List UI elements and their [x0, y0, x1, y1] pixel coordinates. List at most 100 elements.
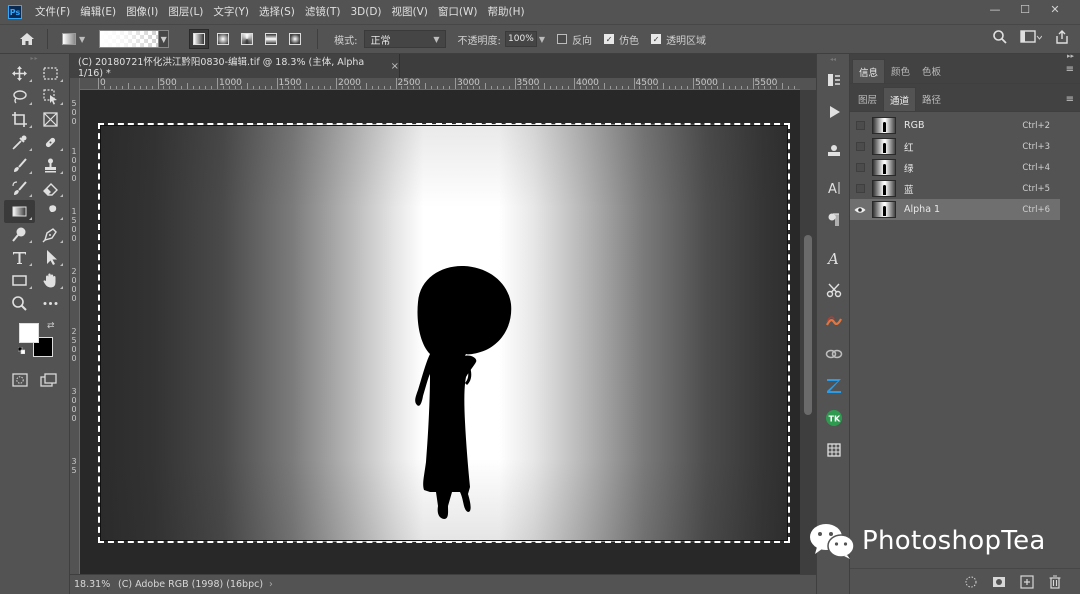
menu-type[interactable]: 文字(Y) [208, 0, 254, 24]
close-window-button[interactable]: ✕ [1040, 0, 1070, 18]
panel-menu-icon[interactable]: ≡ [1066, 64, 1074, 75]
dither-option[interactable]: ✓ 仿色 [604, 32, 639, 47]
zoom-tool-icon[interactable] [4, 292, 35, 315]
vertical-scroll-thumb[interactable] [804, 235, 812, 415]
menu-file[interactable]: 文件(F) [30, 0, 75, 24]
tab-swatches[interactable]: 色板 [916, 59, 947, 83]
visibility-toggle[interactable] [850, 184, 870, 193]
close-tab-icon[interactable]: × [391, 61, 399, 72]
object-selection-tool-icon[interactable] [35, 85, 66, 108]
eraser-tool-icon[interactable] [35, 177, 66, 200]
transparency-checkbox[interactable]: ✓ [651, 34, 662, 44]
screen-mode-icon[interactable] [40, 373, 58, 390]
chevron-down-icon[interactable]: ▼ [539, 35, 545, 44]
reverse-option[interactable]: 反向 [557, 32, 592, 47]
z-plugin-icon[interactable] [817, 370, 851, 402]
grid-plugin-icon[interactable] [817, 434, 851, 466]
pen-tool-icon[interactable] [35, 223, 66, 246]
maximize-button[interactable]: ☐ [1010, 0, 1040, 18]
reverse-checkbox[interactable] [557, 34, 568, 44]
tab-info[interactable]: 信息 [852, 59, 886, 83]
vertical-scrollbar[interactable] [800, 90, 816, 574]
transparency-option[interactable]: ✓ 透明区域 [651, 32, 706, 47]
horizontal-ruler[interactable]: 0 500 1000 1500 2000 2500 3000 3500 4000 4500 5000… [80, 78, 800, 90]
menu-help[interactable]: 帮助(H) [483, 0, 530, 24]
scissors-plugin-icon[interactable] [817, 274, 851, 306]
quick-mask-icon[interactable] [12, 373, 28, 390]
menu-select[interactable]: 选择(S) [254, 0, 300, 24]
swap-colors-icon[interactable]: ⇄ [47, 321, 55, 331]
visibility-toggle[interactable] [850, 163, 870, 172]
actions-panel-icon[interactable] [817, 96, 851, 128]
eyedropper-tool-icon[interactable] [4, 131, 35, 154]
workspace-icon[interactable] [1020, 29, 1043, 48]
diamond-gradient-button[interactable] [285, 29, 305, 49]
menu-3d[interactable]: 3D(D) [345, 0, 386, 24]
tool-preset-picker[interactable]: ▼ [62, 33, 85, 45]
tab-layers[interactable]: 图层 [852, 87, 883, 111]
linear-gradient-button[interactable] [189, 29, 210, 49]
lasso-tool-icon[interactable] [4, 85, 35, 108]
rectangle-tool-icon[interactable] [4, 269, 35, 292]
save-selection-as-channel-icon[interactable] [992, 575, 1006, 589]
opacity-input[interactable]: 100% [504, 31, 537, 47]
vertical-ruler[interactable]: 5001000150020002500300035 [70, 78, 80, 574]
share-icon[interactable] [1054, 29, 1070, 48]
foreground-color-swatch[interactable] [19, 323, 39, 343]
properties-panel-icon[interactable] [817, 134, 851, 166]
minimize-button[interactable]: — [980, 0, 1010, 18]
history-panel-icon[interactable] [817, 64, 851, 96]
panel-menu-icon[interactable]: ≡ [1066, 94, 1074, 105]
default-colors-icon[interactable] [18, 347, 25, 354]
tab-channels[interactable]: 通道 [883, 87, 917, 111]
home-icon[interactable] [15, 27, 39, 51]
healing-brush-tool-icon[interactable] [35, 131, 66, 154]
search-icon[interactable] [992, 29, 1008, 48]
tab-paths[interactable]: 路径 [916, 87, 947, 111]
canvas-area[interactable] [80, 90, 800, 574]
angle-gradient-button[interactable] [237, 29, 257, 49]
new-channel-icon[interactable] [1020, 574, 1034, 589]
frame-tool-icon[interactable] [35, 108, 66, 131]
link-plugin-icon[interactable] [817, 338, 851, 370]
visibility-toggle[interactable] [850, 121, 870, 130]
glyphs-panel-icon[interactable]: A [817, 242, 851, 274]
tab-color[interactable]: 颜色 [885, 59, 916, 83]
history-brush-tool-icon[interactable] [4, 177, 35, 200]
crop-tool-icon[interactable] [4, 108, 35, 131]
mode-select[interactable]: 正常 ▼ [363, 30, 446, 48]
dodge-tool-icon[interactable] [4, 223, 35, 246]
channel-row-red[interactable]: 红 Ctrl+3 [850, 136, 1060, 157]
dither-checkbox[interactable]: ✓ [604, 34, 615, 44]
hand-tool-icon[interactable] [35, 269, 66, 292]
document-tab[interactable]: (C) 20180721怀化洪江黔阳0830-编辑.tif @ 18.3% (主… [70, 54, 400, 79]
visibility-toggle[interactable] [850, 142, 870, 151]
channel-row-rgb[interactable]: RGB Ctrl+2 [850, 115, 1060, 136]
menu-view[interactable]: 视图(V) [387, 0, 433, 24]
channel-row-green[interactable]: 绿 Ctrl+4 [850, 157, 1060, 178]
radial-gradient-button[interactable] [213, 29, 233, 49]
menu-layer[interactable]: 图层(L) [163, 0, 208, 24]
type-tool-icon[interactable] [4, 246, 35, 269]
delete-channel-icon[interactable] [1048, 574, 1062, 589]
load-channel-as-selection-icon[interactable] [964, 575, 978, 589]
menu-image[interactable]: 图像(I) [121, 0, 163, 24]
toolbox-drag-handle[interactable]: ▸▸ [0, 54, 69, 62]
menu-filter[interactable]: 滤镜(T) [300, 0, 346, 24]
clone-stamp-tool-icon[interactable] [35, 154, 66, 177]
zoom-level[interactable]: 18.31% [70, 579, 110, 590]
strip-collapse-arrows[interactable]: ◂◂ [817, 54, 849, 64]
more-tools-icon[interactable] [35, 292, 66, 315]
move-tool-icon[interactable] [4, 62, 35, 85]
tk-plugin-icon[interactable]: TK [817, 402, 851, 434]
channel-row-alpha-1[interactable]: Alpha 1 Ctrl+6 [850, 199, 1060, 220]
brush-tool-icon[interactable] [4, 154, 35, 177]
menu-edit[interactable]: 编辑(E) [75, 0, 121, 24]
reflected-gradient-button[interactable] [261, 29, 281, 49]
menu-window[interactable]: 窗口(W) [433, 0, 483, 24]
marquee-tool-icon[interactable] [35, 62, 66, 85]
gradient-picker-chevron-icon[interactable]: ▼ [159, 30, 170, 48]
gradient-preview[interactable] [99, 30, 160, 48]
gradient-tool-icon[interactable] [4, 200, 35, 223]
channel-row-blue[interactable]: 蓝 Ctrl+5 [850, 178, 1060, 199]
